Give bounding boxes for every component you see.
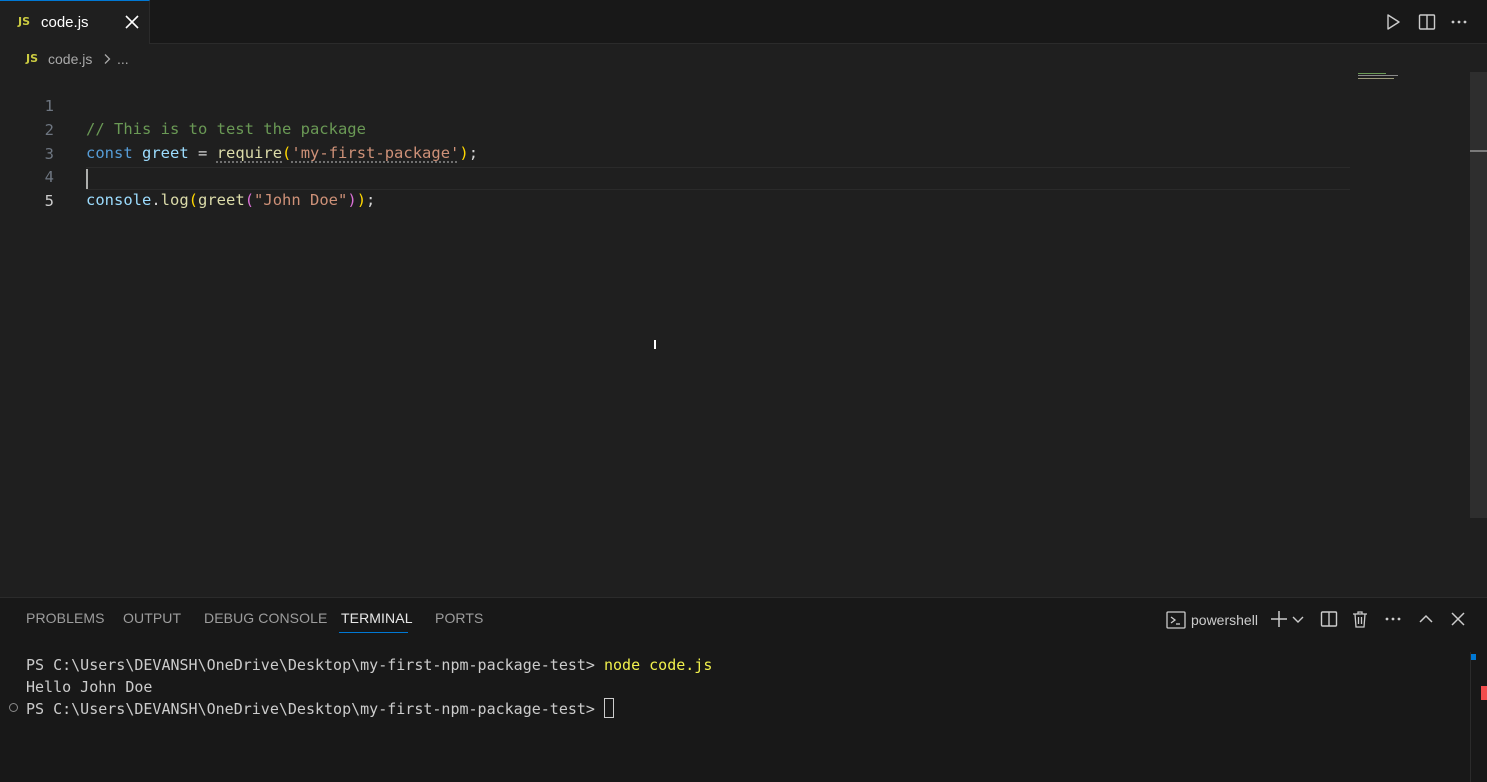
terminal-scrollbar[interactable] <box>1470 652 1487 782</box>
bracket-token: ( <box>245 191 254 209</box>
method-token: log <box>161 191 189 209</box>
code-line: 3 <box>0 120 1350 143</box>
object-token: console <box>86 191 151 209</box>
split-editor-icon[interactable] <box>1417 12 1437 32</box>
bracket-token: ) <box>347 191 356 209</box>
tab-code-js[interactable]: JS code.js <box>0 0 150 44</box>
code-line: 1 // This is to test the package <box>0 72 1350 95</box>
bracket-token: ) <box>357 191 366 209</box>
tab-ports[interactable]: PORTS <box>435 610 483 626</box>
tab-output[interactable]: OUTPUT <box>123 610 181 626</box>
terminal-prompt: PS C:\Users\DEVANSH\OneDrive\Desktop\my-… <box>26 656 595 674</box>
semicolon-token: ; <box>366 191 375 209</box>
run-icon[interactable] <box>1383 12 1403 32</box>
code-line-active: 5 <box>0 167 1350 190</box>
terminal-cursor <box>604 698 614 718</box>
breadcrumb-file[interactable]: code.js <box>48 51 92 67</box>
code-line: 2 const greet = require('my-first-packag… <box>0 96 1350 119</box>
editor-scrollbar[interactable] <box>1470 72 1487 518</box>
split-terminal-icon[interactable] <box>1319 609 1339 629</box>
line-number: 5 <box>20 190 54 213</box>
tab-debug-console[interactable]: DEBUG CONSOLE <box>204 610 327 626</box>
tab-terminal[interactable]: TERMINAL <box>341 610 413 626</box>
string-token: "John Doe" <box>254 191 347 209</box>
editor-tab-bar: JS code.js <box>0 0 1487 44</box>
more-icon[interactable] <box>1449 12 1469 32</box>
scrollbar-marker <box>1481 686 1487 700</box>
terminal-line: PS C:\Users\DEVANSH\OneDrive\Desktop\my-… <box>26 654 712 676</box>
tab-label: code.js <box>41 14 89 31</box>
tab-problems[interactable]: PROBLEMS <box>26 610 105 626</box>
breadcrumb-more[interactable]: ... <box>117 51 129 67</box>
chevron-right-icon <box>102 53 112 65</box>
terminal-prompt: PS C:\Users\DEVANSH\OneDrive\Desktop\my-… <box>26 700 595 718</box>
mouse-cursor <box>654 340 656 349</box>
command-decoration-icon[interactable] <box>9 703 18 712</box>
code-line: 4 console.log(greet("John Doe")); <box>0 143 1350 166</box>
bracket-token: ( <box>189 191 198 209</box>
terminal-shell-label[interactable]: powershell <box>1191 612 1258 628</box>
chevron-up-icon[interactable] <box>1416 609 1436 629</box>
javascript-file-icon: JS <box>18 15 30 28</box>
add-icon[interactable] <box>1269 609 1289 629</box>
javascript-file-icon: JS <box>26 52 38 65</box>
chevron-down-icon[interactable] <box>1291 609 1305 629</box>
breadcrumb: JS code.js ... <box>0 44 1487 72</box>
scrollbar-marker <box>1471 654 1476 660</box>
terminal-shell-icon <box>1166 611 1186 629</box>
minimap[interactable] <box>1357 72 1407 84</box>
more-icon[interactable] <box>1383 609 1403 629</box>
active-tab-indicator <box>339 632 408 633</box>
dot-token: . <box>151 191 160 209</box>
scrollbar-cursor-marker <box>1470 150 1487 152</box>
function-token: greet <box>198 191 245 209</box>
close-icon[interactable] <box>1448 609 1468 629</box>
close-icon[interactable] <box>122 12 142 32</box>
terminal-output: Hello John Doe <box>26 676 152 698</box>
terminal-line[interactable]: PS C:\Users\DEVANSH\OneDrive\Desktop\my-… <box>26 698 614 720</box>
text-caret <box>86 169 88 189</box>
code-editor[interactable]: 1 // This is to test the package 2 const… <box>0 72 1487 597</box>
trash-icon[interactable] <box>1350 609 1370 629</box>
terminal-command: node code.js <box>604 656 712 674</box>
bottom-panel: PROBLEMS OUTPUT DEBUG CONSOLE TERMINAL P… <box>0 597 1487 782</box>
